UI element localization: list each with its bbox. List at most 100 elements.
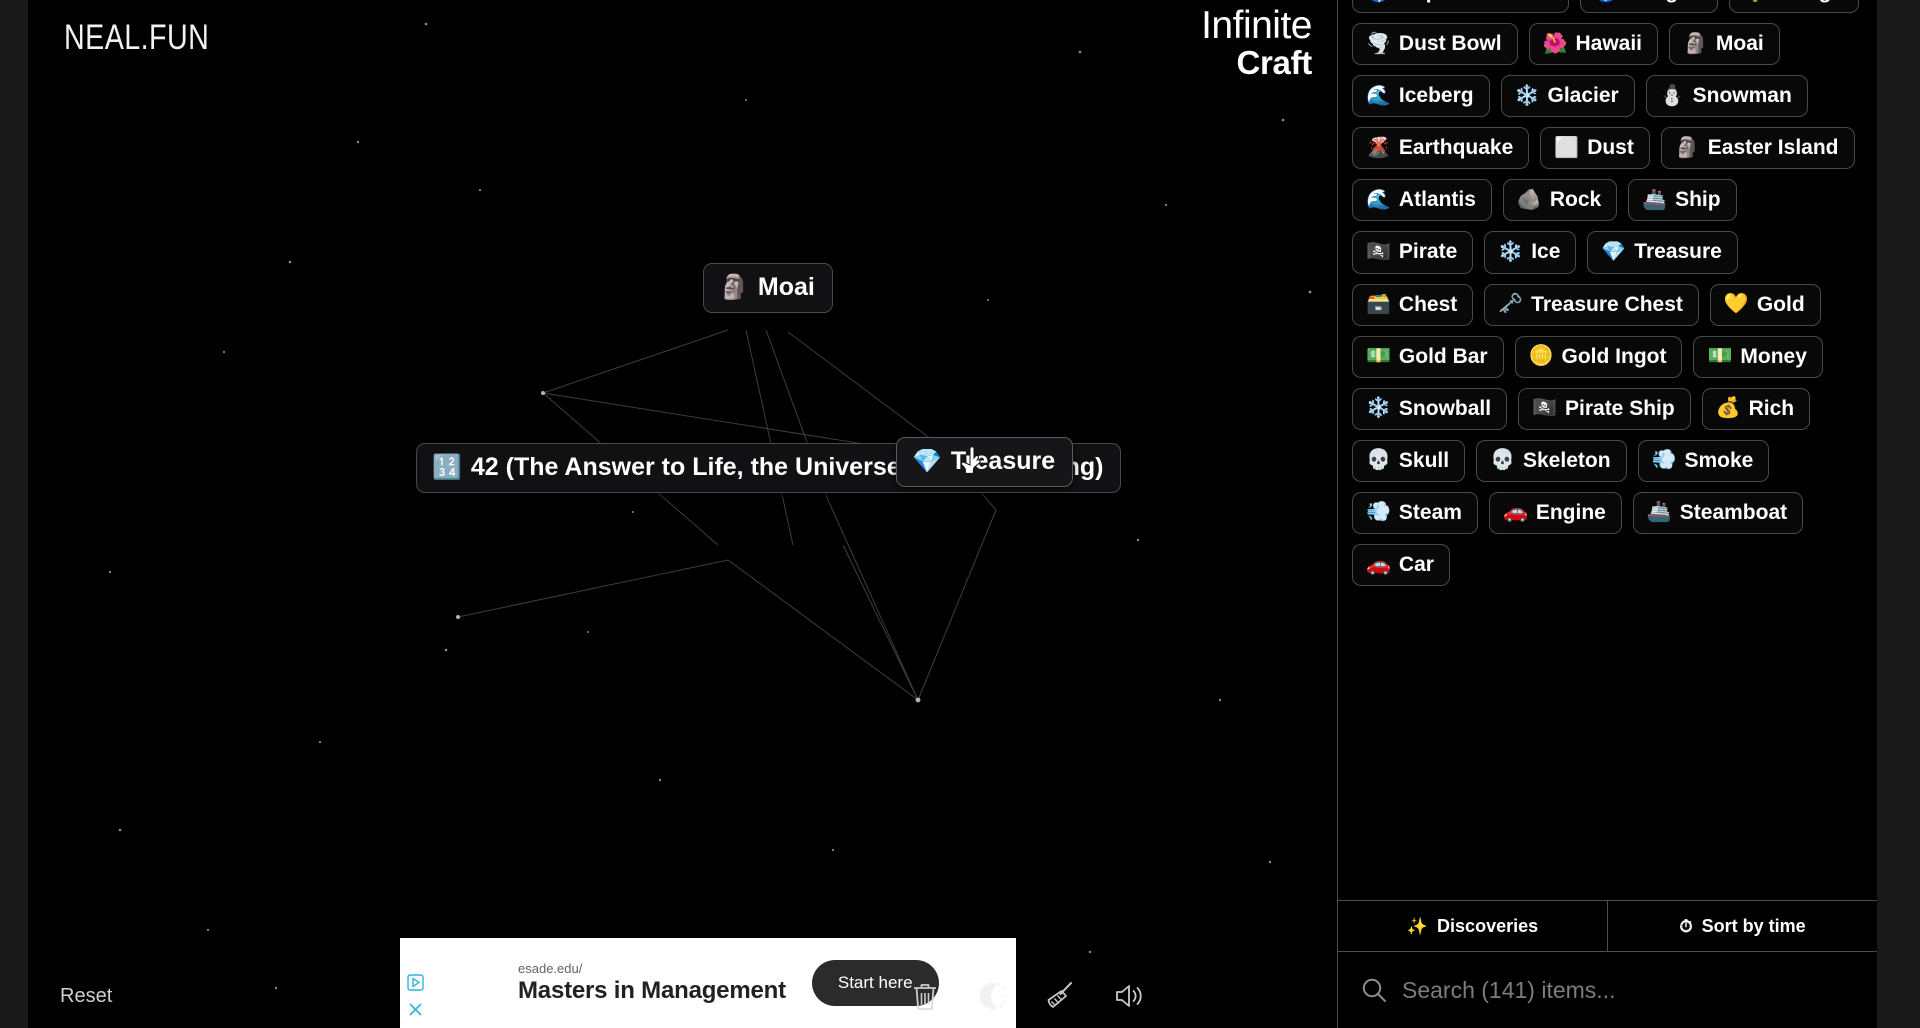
- element-label: Supercontinent: [1399, 0, 1553, 3]
- game-title-line2: Craft: [1236, 44, 1312, 81]
- crafting-canvas[interactable]: NEAL.FUN Infinite Craft 🗿 Moai 🔢 42 (The…: [28, 0, 1337, 1028]
- infinite-craft-app: NEAL.FUN Infinite Craft 🗿 Moai 🔢 42 (The…: [28, 0, 1877, 1028]
- element-emoji-icon: 🌺: [1542, 32, 1568, 55]
- element-label: Pangea: [1627, 0, 1702, 3]
- element-emoji-icon: 🌪️: [1366, 32, 1391, 55]
- element-item[interactable]: 🌺 Hawaii: [1528, 23, 1659, 66]
- element-item[interactable]: ⛄ Snowman: [1645, 75, 1808, 118]
- element-emoji-icon: ❄️: [1366, 397, 1391, 420]
- element-item[interactable]: 🚗 Engine: [1488, 491, 1622, 535]
- element-emoji-icon: 🌊: [1366, 84, 1391, 107]
- element-emoji-icon: 🚢: [1646, 501, 1672, 524]
- element-emoji-icon: 💀: [1490, 449, 1515, 472]
- element-item[interactable]: 🗝️ Treasure Chest: [1484, 283, 1699, 326]
- element-label: Ice: [1531, 240, 1561, 264]
- element-emoji-icon: 🗿: [1683, 32, 1708, 55]
- element-label: Car: [1398, 553, 1434, 577]
- speaker-icon[interactable]: [1113, 980, 1147, 1012]
- input-numbers-icon: 🔢: [432, 453, 462, 481]
- element-emoji-icon: 🌎: [1366, 0, 1391, 2]
- gem-icon: 💎: [912, 447, 942, 475]
- search-row[interactable]: [1338, 952, 1877, 1028]
- element-item[interactable]: 💀 Skeleton: [1476, 439, 1627, 482]
- element-emoji-icon: 💛: [1723, 293, 1749, 316]
- broom-icon[interactable]: [1044, 980, 1076, 1012]
- starfield: [108, 22, 1312, 990]
- element-item[interactable]: ❄️ Snowball: [1352, 387, 1508, 430]
- trash-icon[interactable]: [910, 980, 940, 1012]
- neal-fun-logo[interactable]: NEAL.FUN: [64, 18, 209, 58]
- element-item[interactable]: 🪨 Rock: [1502, 179, 1618, 222]
- element-item[interactable]: 🌎 Supercontinent: [1352, 0, 1569, 14]
- tab-discoveries[interactable]: ✨ Discoveries: [1338, 901, 1607, 951]
- element-label: Gold Bar: [1398, 344, 1488, 368]
- element-emoji-icon: 🏴‍☠️: [1366, 241, 1391, 264]
- element-item[interactable]: 🗿 Easter Island: [1660, 127, 1855, 170]
- canvas-node-treasure[interactable]: 💎 Treasure: [896, 437, 1074, 487]
- moon-icon[interactable]: [977, 980, 1007, 1012]
- element-label: Pirate: [1398, 240, 1458, 264]
- element-item[interactable]: 💎 Treasure: [1587, 231, 1738, 274]
- adchoices-triangle-icon[interactable]: [406, 974, 424, 991]
- element-emoji-icon: 💎: [1601, 241, 1627, 264]
- element-emoji-icon: 🌊: [1366, 188, 1391, 211]
- canvas-node-label: Treasure: [950, 447, 1056, 475]
- element-item[interactable]: 🏴‍☠️ Pirate: [1352, 231, 1474, 274]
- app-root: NEAL.FUN Infinite Craft 🗿 Moai 🔢 42 (The…: [0, 0, 1920, 1028]
- element-emoji-icon: 🏴‍☠️: [1532, 397, 1557, 420]
- element-label: Pirate Ship: [1565, 396, 1675, 420]
- element-emoji-icon: 💰: [1715, 397, 1741, 420]
- canvas-node-moai[interactable]: 🗿 Moai: [703, 263, 833, 313]
- element-label: Treasure Chest: [1531, 292, 1683, 316]
- element-item[interactable]: 🌍 Pangea: [1579, 0, 1718, 14]
- element-label: Skull: [1398, 448, 1450, 472]
- element-item[interactable]: 💀 Skull: [1352, 439, 1466, 482]
- element-emoji-icon: 🗿: [1674, 136, 1700, 159]
- element-item[interactable]: ❄️ Glacier: [1500, 75, 1635, 118]
- search-input[interactable]: [1402, 976, 1855, 1004]
- element-label: Snowball: [1398, 396, 1492, 420]
- elements-list[interactable]: 🌎 Supercontinent 🌍 Pangea 🌵 Mirage 🌪️ Dust Bowl…: [1338, 0, 1877, 900]
- element-item[interactable]: 💵 Money: [1693, 335, 1823, 378]
- element-item[interactable]: 🚢 Steamboat: [1632, 491, 1804, 535]
- element-item[interactable]: 🌋 Earthquake: [1352, 127, 1530, 170]
- element-item[interactable]: 💰 Rich: [1701, 387, 1811, 430]
- element-item[interactable]: 💛 Gold: [1709, 283, 1821, 326]
- ad-headline: Masters in Management: [518, 977, 786, 1005]
- element-emoji-icon: ⛄: [1659, 84, 1685, 107]
- search-icon: [1360, 976, 1388, 1004]
- element-label: Smoke: [1684, 448, 1754, 472]
- element-item[interactable]: 🌪️ Dust Bowl: [1352, 23, 1518, 66]
- tab-sort-by-time[interactable]: ⏱ Sort by time: [1607, 901, 1877, 951]
- element-item[interactable]: 🗃️ Chest: [1352, 283, 1474, 326]
- element-emoji-icon: 🪙: [1528, 345, 1554, 368]
- browser-edge-left: [0, 0, 28, 1028]
- element-emoji-icon: 🗃️: [1366, 293, 1391, 316]
- element-item[interactable]: 💵 Gold Bar: [1352, 335, 1504, 378]
- element-item[interactable]: ⬜ Dust: [1540, 127, 1650, 170]
- element-item[interactable]: 🏴‍☠️ Pirate Ship: [1518, 387, 1691, 430]
- element-item[interactable]: 💨 Smoke: [1637, 439, 1770, 482]
- canvas-toolbar: [910, 980, 1147, 1012]
- stopwatch-icon: ⏱: [1679, 916, 1693, 936]
- sparkles-icon: ✨: [1406, 916, 1429, 936]
- element-emoji-icon: ❄️: [1498, 241, 1524, 264]
- element-item[interactable]: ❄️ Ice: [1484, 231, 1577, 274]
- element-item[interactable]: 🌊 Iceberg: [1352, 75, 1490, 118]
- element-item[interactable]: 🗿 Moai: [1669, 23, 1780, 66]
- element-item[interactable]: 🪙 Gold Ingot: [1514, 335, 1683, 378]
- element-label: Snowman: [1692, 84, 1792, 108]
- element-emoji-icon: ❄️: [1514, 84, 1540, 107]
- element-item[interactable]: 🌊 Atlantis: [1352, 179, 1492, 222]
- element-emoji-icon: 🚗: [1366, 553, 1391, 576]
- close-icon[interactable]: [407, 1001, 424, 1018]
- element-item[interactable]: 🌵 Mirage: [1728, 0, 1860, 14]
- element-item[interactable]: 🚗 Car: [1352, 544, 1450, 587]
- tab-discoveries-label: Discoveries: [1437, 915, 1539, 936]
- element-item[interactable]: 🚢 Ship: [1628, 179, 1737, 222]
- element-item[interactable]: 💨 Steam: [1352, 491, 1478, 535]
- element-label: Skeleton: [1523, 448, 1611, 472]
- canvas-node-label: Moai: [757, 273, 815, 301]
- element-label: Steam: [1398, 500, 1462, 524]
- reset-button[interactable]: Reset: [60, 985, 112, 1008]
